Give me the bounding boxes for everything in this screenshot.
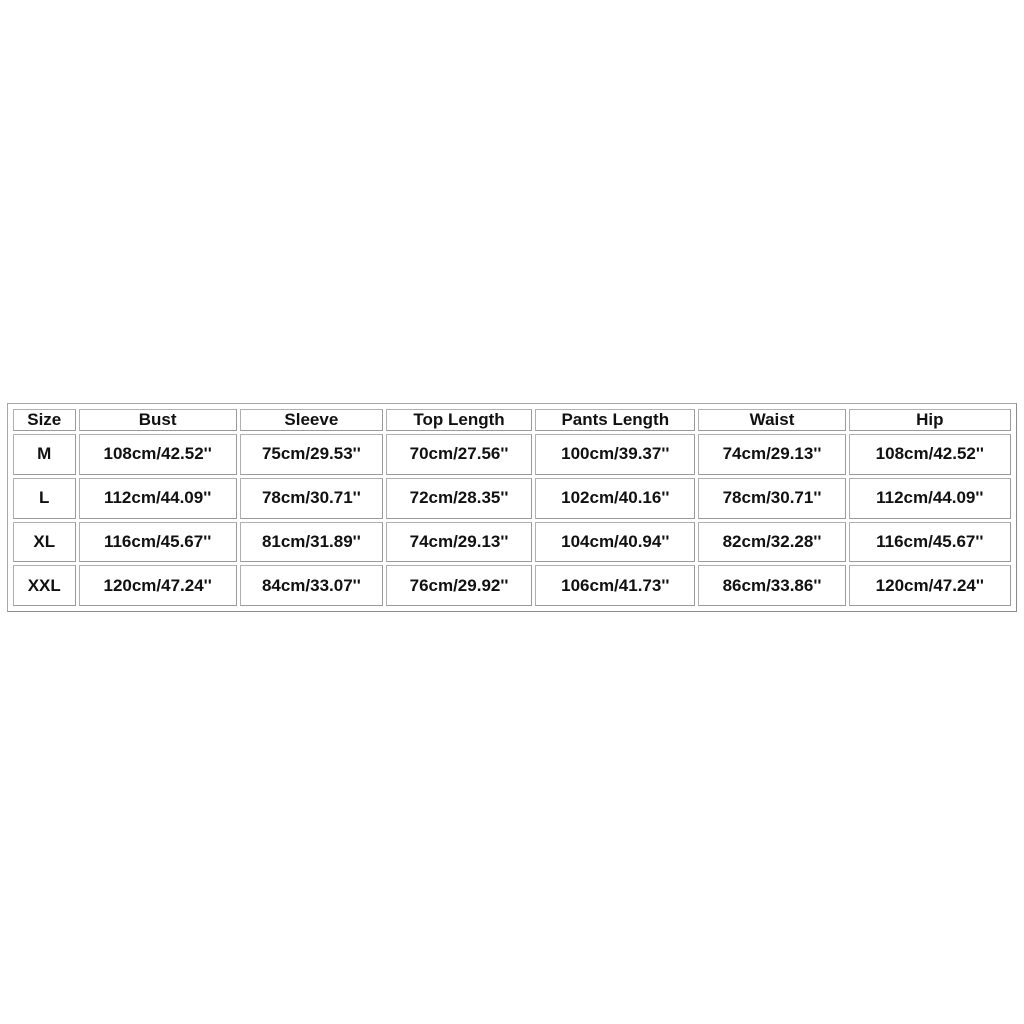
table-row: L 112cm/44.09'' 78cm/30.71'' 72cm/28.35'… <box>13 477 1011 519</box>
cell-top-length: 74cm/29.13'' <box>385 521 533 563</box>
header-size: Size <box>13 409 76 431</box>
header-hip: Hip <box>848 409 1011 431</box>
header-bust: Bust <box>78 409 237 431</box>
cell-size: XL <box>13 521 76 563</box>
cell-sleeve: 81cm/31.89'' <box>239 521 383 563</box>
table-row: XXL 120cm/47.24'' 84cm/33.07'' 76cm/29.9… <box>13 565 1011 606</box>
cell-hip: 116cm/45.67'' <box>848 521 1011 563</box>
header-waist: Waist <box>698 409 846 431</box>
size-chart: Size Bust Sleeve Top Length Pants Length… <box>7 403 1017 612</box>
cell-top-length: 72cm/28.35'' <box>385 477 533 519</box>
cell-waist: 82cm/32.28'' <box>698 521 846 563</box>
cell-pants-length: 100cm/39.37'' <box>535 434 696 475</box>
cell-sleeve: 75cm/29.53'' <box>239 434 383 475</box>
cell-size: XXL <box>13 565 76 606</box>
header-row: Size Bust Sleeve Top Length Pants Length… <box>13 409 1011 431</box>
cell-bust: 120cm/47.24'' <box>78 565 237 606</box>
cell-waist: 78cm/30.71'' <box>698 477 846 519</box>
cell-pants-length: 106cm/41.73'' <box>535 565 696 606</box>
cell-sleeve: 84cm/33.07'' <box>239 565 383 606</box>
cell-hip: 108cm/42.52'' <box>848 434 1011 475</box>
size-chart-table: Size Bust Sleeve Top Length Pants Length… <box>10 406 1014 609</box>
cell-hip: 112cm/44.09'' <box>848 477 1011 519</box>
cell-bust: 112cm/44.09'' <box>78 477 237 519</box>
cell-bust: 116cm/45.67'' <box>78 521 237 563</box>
table-row: XL 116cm/45.67'' 81cm/31.89'' 74cm/29.13… <box>13 521 1011 563</box>
cell-waist: 74cm/29.13'' <box>698 434 846 475</box>
header-sleeve: Sleeve <box>239 409 383 431</box>
cell-pants-length: 104cm/40.94'' <box>535 521 696 563</box>
table-row: M 108cm/42.52'' 75cm/29.53'' 70cm/27.56'… <box>13 434 1011 475</box>
cell-top-length: 76cm/29.92'' <box>385 565 533 606</box>
cell-size: L <box>13 477 76 519</box>
cell-top-length: 70cm/27.56'' <box>385 434 533 475</box>
cell-pants-length: 102cm/40.16'' <box>535 477 696 519</box>
cell-sleeve: 78cm/30.71'' <box>239 477 383 519</box>
cell-waist: 86cm/33.86'' <box>698 565 846 606</box>
cell-hip: 120cm/47.24'' <box>848 565 1011 606</box>
header-pants-length: Pants Length <box>535 409 696 431</box>
header-top-length: Top Length <box>385 409 533 431</box>
cell-bust: 108cm/42.52'' <box>78 434 237 475</box>
cell-size: M <box>13 434 76 475</box>
